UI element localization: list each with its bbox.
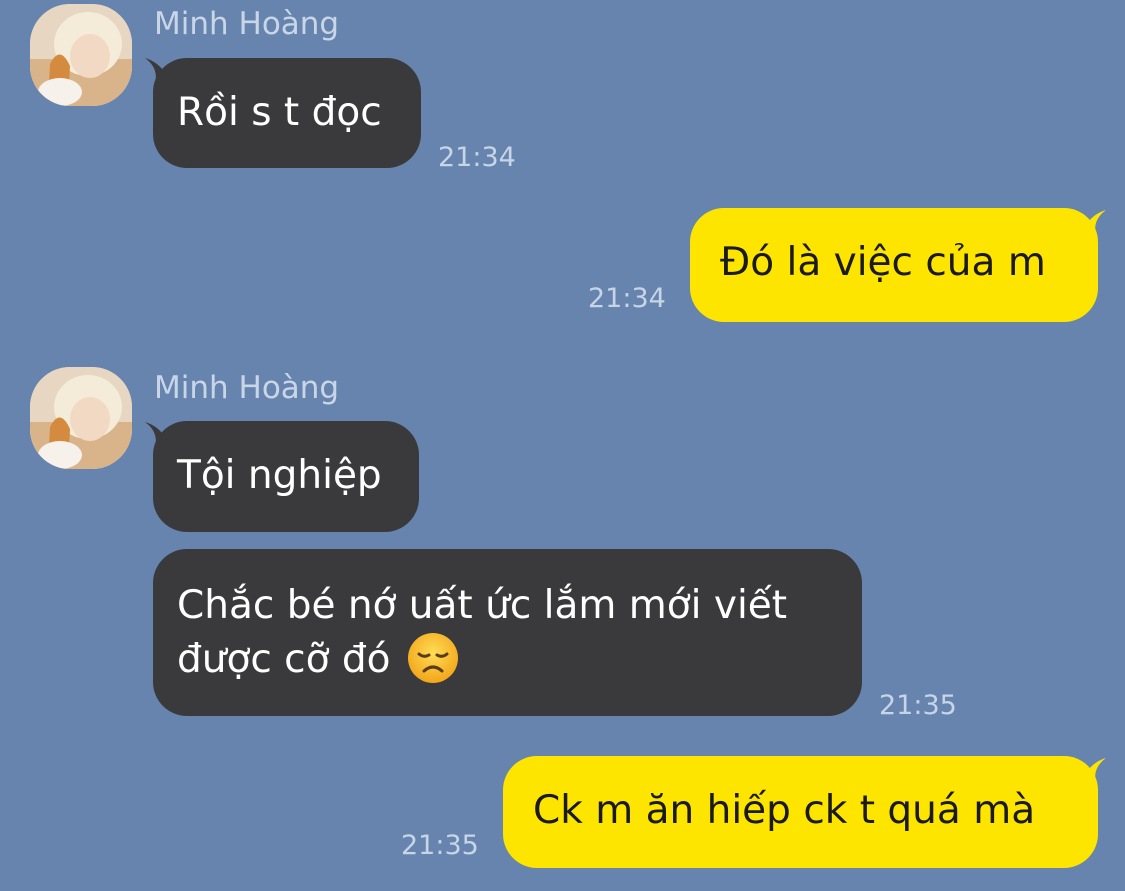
message-bubble-outgoing[interactable]: Đó là việc của m	[690, 208, 1098, 322]
message-text: Tội nghiệp	[177, 453, 382, 498]
message-bubble-incoming[interactable]: Chắc bé nớ uất ức lắm mới viết được cỡ đ…	[153, 549, 862, 716]
message-text-line: được cỡ đó	[177, 632, 838, 688]
bubble-tail	[1084, 758, 1106, 784]
sender-name: Minh Hoàng	[154, 370, 340, 406]
message-text: được cỡ đó	[177, 637, 391, 682]
disappointed-face-icon	[407, 632, 458, 683]
message-bubble-incoming[interactable]: Rồi s t đọc	[153, 58, 421, 168]
message-timestamp: 21:35	[401, 830, 479, 861]
avatar[interactable]	[30, 367, 132, 469]
message-timestamp: 21:34	[588, 283, 666, 314]
message-timestamp: 21:35	[879, 690, 957, 721]
message-bubble-outgoing[interactable]: Ck m ăn hiếp ck t quá mà	[503, 756, 1098, 868]
bubble-tail	[1084, 210, 1106, 236]
avatar[interactable]	[30, 4, 132, 106]
message-bubble-incoming[interactable]: Tội nghiệp	[153, 421, 419, 532]
message-text-line: Chắc bé nớ uất ức lắm mới viết	[177, 583, 788, 628]
message-timestamp: 21:34	[438, 142, 516, 173]
message-text: Rồi s t đọc	[177, 90, 382, 135]
message-text: Đó là việc của m	[720, 240, 1046, 285]
sender-name: Minh Hoàng	[154, 6, 340, 42]
message-text: Ck m ăn hiếp ck t quá mà	[533, 788, 1036, 833]
